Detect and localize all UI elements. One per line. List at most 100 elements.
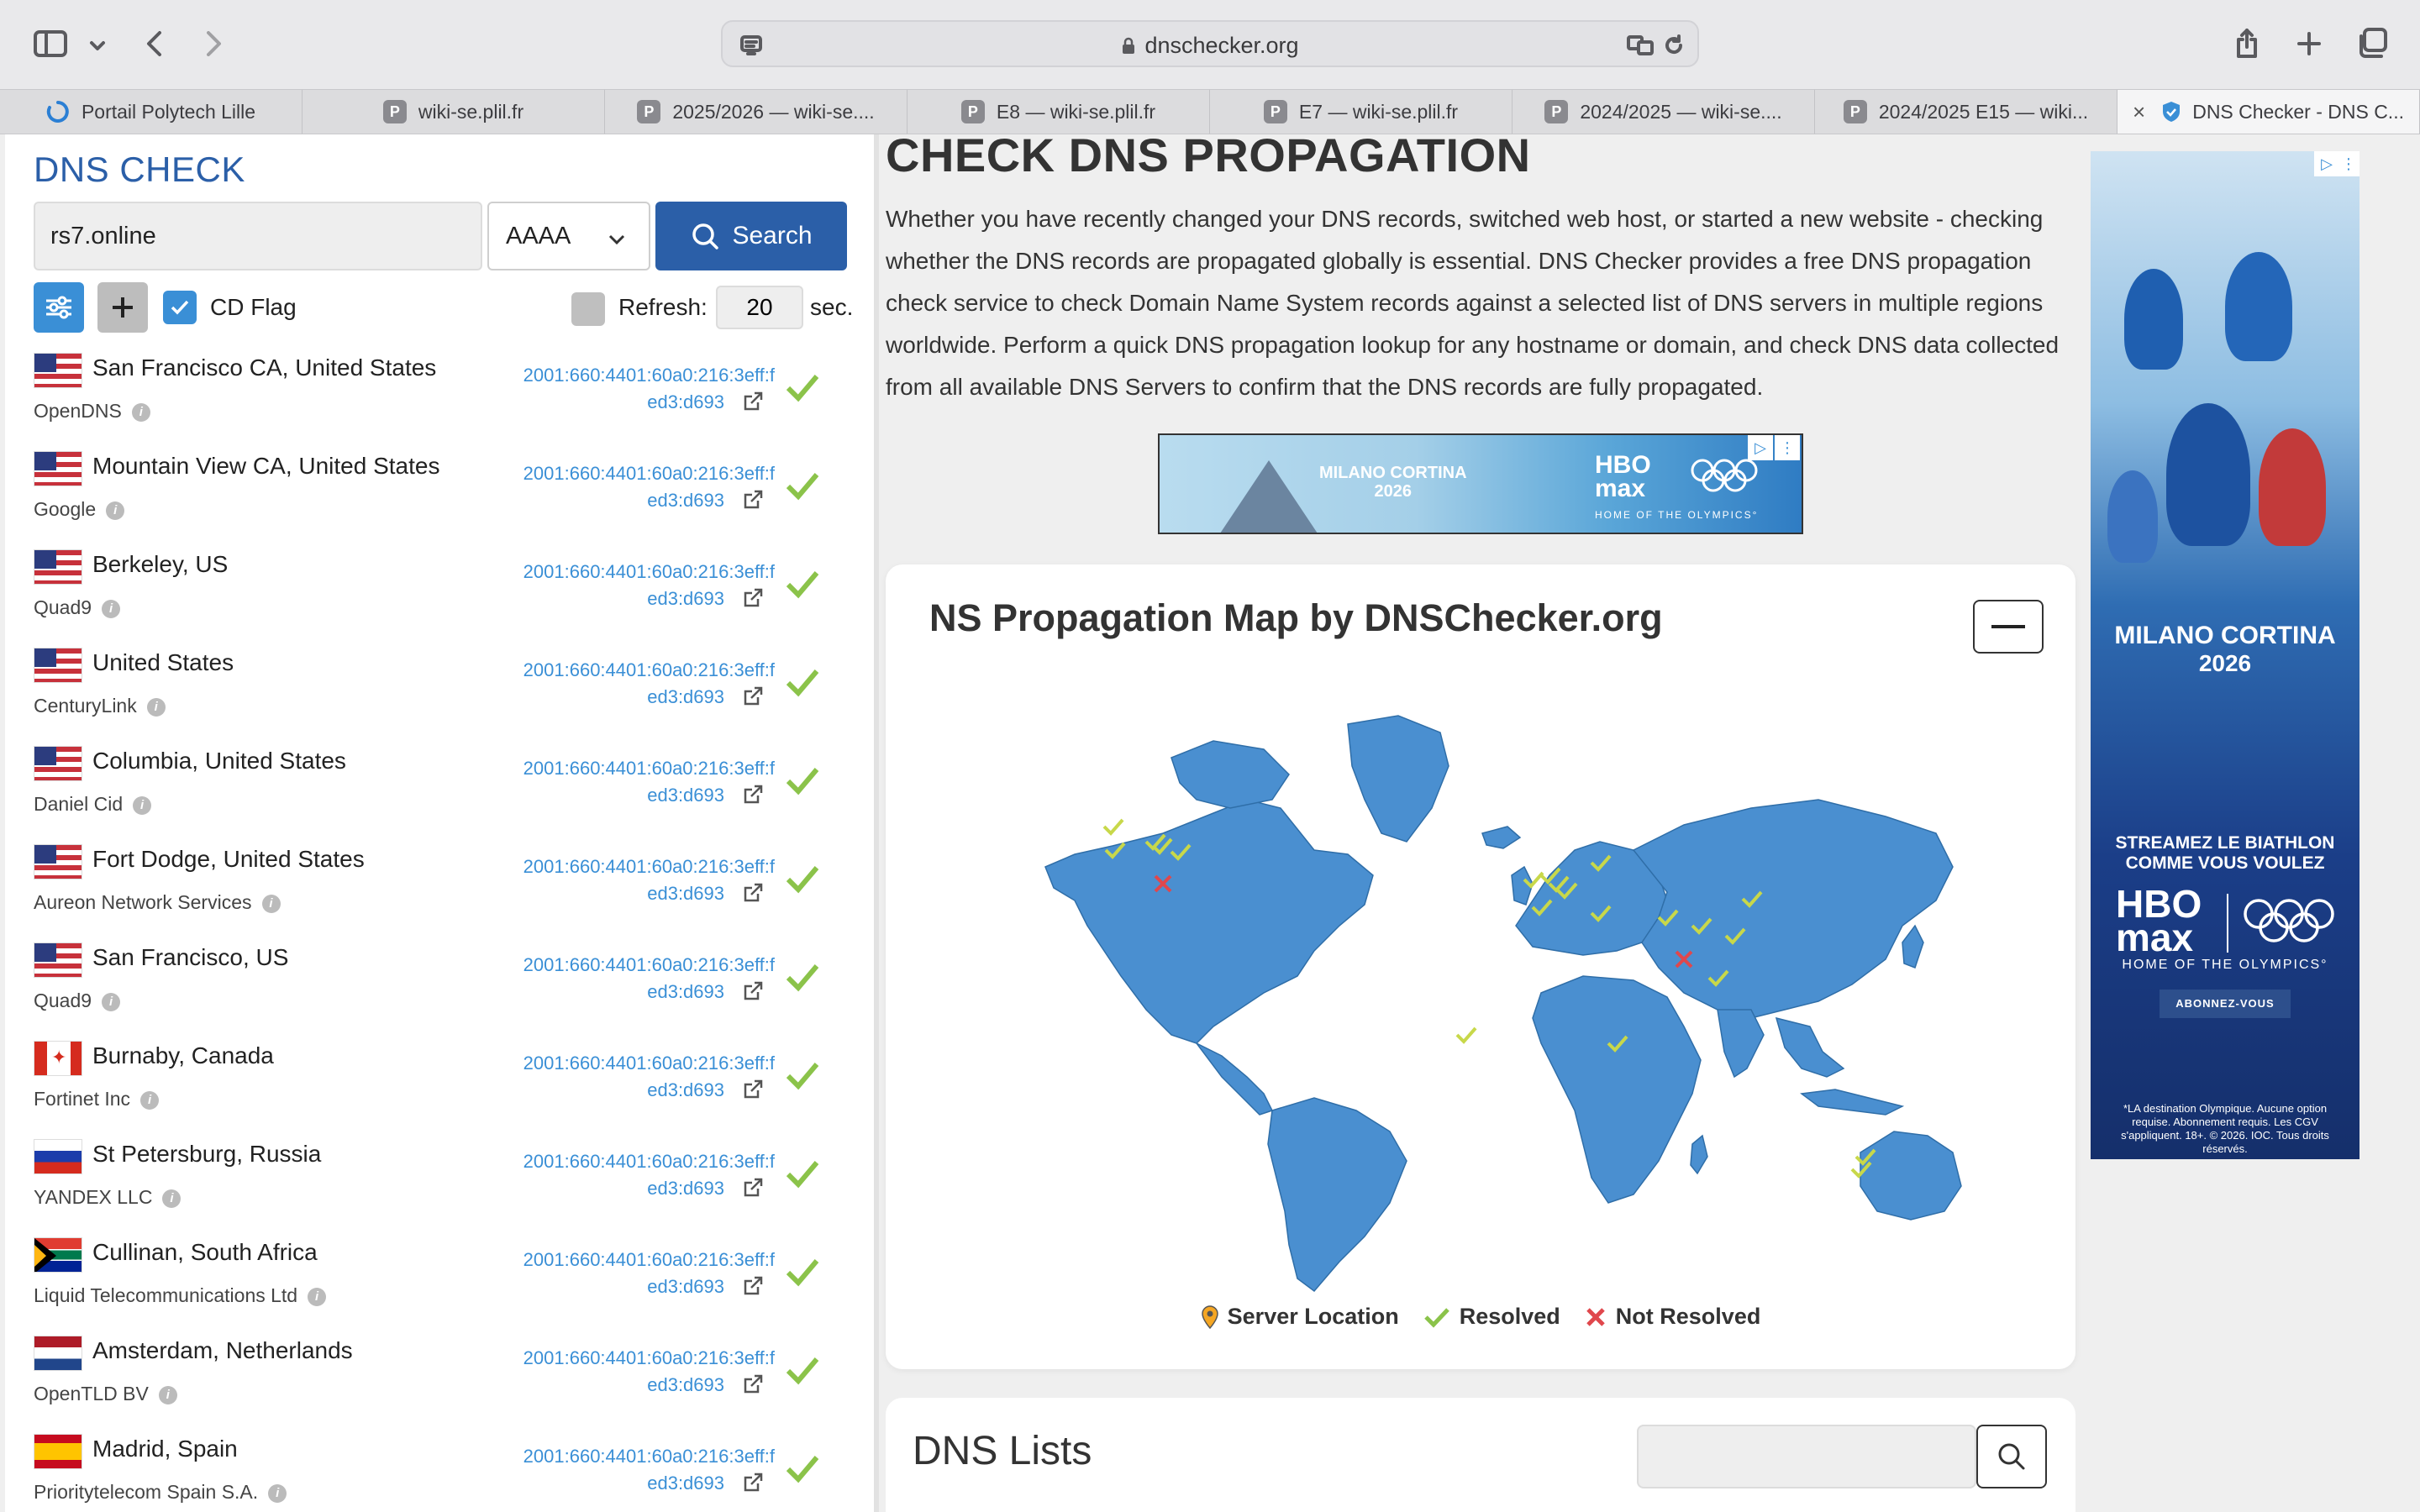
australia xyxy=(1860,1131,1962,1221)
ip-address-line2[interactable]: ed3:d693 xyxy=(647,588,724,610)
ip-address-line2[interactable]: ed3:d693 xyxy=(647,883,724,905)
add-server-button[interactable] xyxy=(97,282,148,333)
adchoices-icon[interactable]: ▷ xyxy=(2314,151,2339,176)
tab-wiki-se[interactable]: P wiki-se.plil.fr xyxy=(302,90,605,134)
external-link-icon[interactable] xyxy=(741,1274,765,1298)
server-location: Cullinan, South Africa xyxy=(92,1239,318,1265)
map-menu-button[interactable] xyxy=(1973,600,2044,654)
info-icon[interactable]: i xyxy=(140,1091,160,1110)
olympic-rings-icon xyxy=(2242,895,2336,950)
external-link-icon[interactable] xyxy=(741,881,765,905)
ip-address-line1[interactable]: 2001:660:4401:60a0:216:3eff:f xyxy=(523,1347,775,1369)
ip-address-line1[interactable]: 2001:660:4401:60a0:216:3eff:f xyxy=(523,1151,775,1173)
info-icon[interactable]: i xyxy=(133,796,152,815)
panel-divider[interactable] xyxy=(874,134,879,1512)
external-link-icon[interactable] xyxy=(741,488,765,512)
ip-address-line2[interactable]: ed3:d693 xyxy=(647,981,724,1003)
ip-address-line2[interactable]: ed3:d693 xyxy=(647,490,724,512)
ip-address-line1[interactable]: 2001:660:4401:60a0:216:3eff:f xyxy=(523,856,775,878)
new-tab-icon[interactable] xyxy=(2291,25,2328,62)
info-icon[interactable]: i xyxy=(102,600,121,618)
banner-ad[interactable]: MILANO CORTINA 2026 HBO max HOME OF THE … xyxy=(1158,433,1803,534)
cd-flag-checkbox[interactable] xyxy=(163,291,197,324)
tab-2024-2025[interactable]: P 2024/2025 — wiki-se.... xyxy=(1512,90,1815,134)
external-link-icon[interactable] xyxy=(741,979,765,1003)
back-icon[interactable] xyxy=(134,24,175,64)
tab-overview-icon[interactable] xyxy=(2353,24,2391,62)
tab-2025-2026[interactable]: P 2025/2026 — wiki-se.... xyxy=(605,90,908,134)
greenland xyxy=(1347,715,1449,843)
tab-portail-polytech[interactable]: Portail Polytech Lille xyxy=(0,90,302,134)
ip-address-line1[interactable]: 2001:660:4401:60a0:216:3eff:f xyxy=(523,1446,775,1467)
translate-icon[interactable] xyxy=(1625,30,1655,60)
external-link-icon[interactable] xyxy=(741,1078,765,1101)
info-icon[interactable]: i xyxy=(162,1189,182,1208)
ip-address-line2[interactable]: ed3:d693 xyxy=(647,1374,724,1396)
ip-address-line2[interactable]: ed3:d693 xyxy=(647,686,724,708)
ip-address-line2[interactable]: ed3:d693 xyxy=(647,1473,724,1494)
info-icon[interactable]: i xyxy=(158,1386,177,1404)
ad-tagline: HOME OF THE OLYMPICS° xyxy=(1595,509,1759,521)
adchoices-icon[interactable]: ▷ xyxy=(1748,435,1773,460)
search-button[interactable]: Search xyxy=(655,202,847,270)
external-link-icon[interactable] xyxy=(741,1373,765,1396)
share-icon[interactable] xyxy=(2230,24,2264,64)
ad-menu-icon[interactable]: ⋮ xyxy=(1775,435,1800,460)
tab-dns-checker[interactable]: × DNS Checker - DNS C... xyxy=(2118,90,2420,134)
flag-icon-us xyxy=(34,648,82,683)
info-icon[interactable]: i xyxy=(146,698,166,717)
tab-label: wiki-se.plil.fr xyxy=(418,100,524,123)
info-icon[interactable]: i xyxy=(308,1288,327,1306)
ip-address-line2[interactable]: ed3:d693 xyxy=(647,1079,724,1101)
external-link-icon[interactable] xyxy=(741,390,765,413)
ip-address-line1[interactable]: 2001:660:4401:60a0:216:3eff:f xyxy=(523,954,775,976)
ip-address-line1[interactable]: 2001:660:4401:60a0:216:3eff:f xyxy=(523,561,775,583)
external-link-icon[interactable] xyxy=(741,1176,765,1200)
dns-lists-search-button[interactable] xyxy=(1976,1425,2047,1488)
ip-address-line1[interactable]: 2001:660:4401:60a0:216:3eff:f xyxy=(523,365,775,386)
ip-address-line1[interactable]: 2001:660:4401:60a0:216:3eff:f xyxy=(523,463,775,485)
info-icon[interactable]: i xyxy=(131,403,150,422)
propagation-map-card: NS Propagation Map by DNSChecker.org Ser… xyxy=(886,564,2075,1369)
settings-button[interactable] xyxy=(34,282,84,333)
ip-address-line2[interactable]: ed3:d693 xyxy=(647,1178,724,1200)
auto-refresh-checkbox[interactable] xyxy=(571,292,605,326)
server-location: San Francisco, US xyxy=(92,944,289,970)
external-link-icon[interactable] xyxy=(741,783,765,806)
ip-address-line1[interactable]: 2001:660:4401:60a0:216:3eff:f xyxy=(523,1249,775,1271)
address-bar[interactable]: dnschecker.org xyxy=(721,20,1699,67)
ip-address-line2[interactable]: ed3:d693 xyxy=(647,391,724,413)
ip-address-line1[interactable]: 2001:660:4401:60a0:216:3eff:f xyxy=(523,758,775,780)
side-ad[interactable]: MILANO CORTINA 2026 STREAMEZ LE BIATHLON… xyxy=(2091,151,2360,1159)
refresh-interval-input[interactable] xyxy=(716,286,803,329)
url-text[interactable]: dnschecker.org xyxy=(723,22,1697,69)
resolved-marker[interactable] xyxy=(1455,1026,1477,1044)
dns-lists-search-input[interactable] xyxy=(1637,1425,1976,1488)
tab-2024-2025-e15[interactable]: P 2024/2025 E15 — wiki... xyxy=(1815,90,2118,134)
external-link-icon[interactable] xyxy=(741,1471,765,1494)
reload-icon[interactable] xyxy=(1659,30,1689,60)
close-tab-icon[interactable]: × xyxy=(2133,99,2145,125)
ad-menu-icon[interactable]: ⋮ xyxy=(2338,151,2360,176)
ad-cta-button[interactable]: ABONNEZ-VOUS xyxy=(2160,990,2291,1018)
ip-address-line2[interactable]: ed3:d693 xyxy=(647,1276,724,1298)
chevron-down-icon[interactable] xyxy=(82,30,113,60)
info-icon[interactable]: i xyxy=(268,1484,287,1503)
external-link-icon[interactable] xyxy=(741,586,765,610)
external-link-icon[interactable] xyxy=(741,685,765,708)
domain-input[interactable] xyxy=(34,202,482,270)
tab-label: DNS Checker - DNS C... xyxy=(2192,100,2404,123)
record-type-select[interactable]: AAAA xyxy=(487,202,650,270)
resolved-marker[interactable] xyxy=(1102,818,1124,836)
info-icon[interactable]: i xyxy=(102,993,121,1011)
ip-address-line1[interactable]: 2001:660:4401:60a0:216:3eff:f xyxy=(523,659,775,681)
ip-address-line1[interactable]: 2001:660:4401:60a0:216:3eff:f xyxy=(523,1053,775,1074)
info-icon[interactable]: i xyxy=(261,895,281,913)
flag-icon-ru xyxy=(34,1139,82,1174)
ip-address-line2[interactable]: ed3:d693 xyxy=(647,785,724,806)
resolved-check-icon xyxy=(786,473,819,501)
sidebar-toggle-icon[interactable] xyxy=(30,25,71,62)
info-icon[interactable]: i xyxy=(106,501,125,520)
forward-icon[interactable] xyxy=(193,24,234,64)
ad-brand-name: MILANO CORTINA xyxy=(2114,622,2336,649)
